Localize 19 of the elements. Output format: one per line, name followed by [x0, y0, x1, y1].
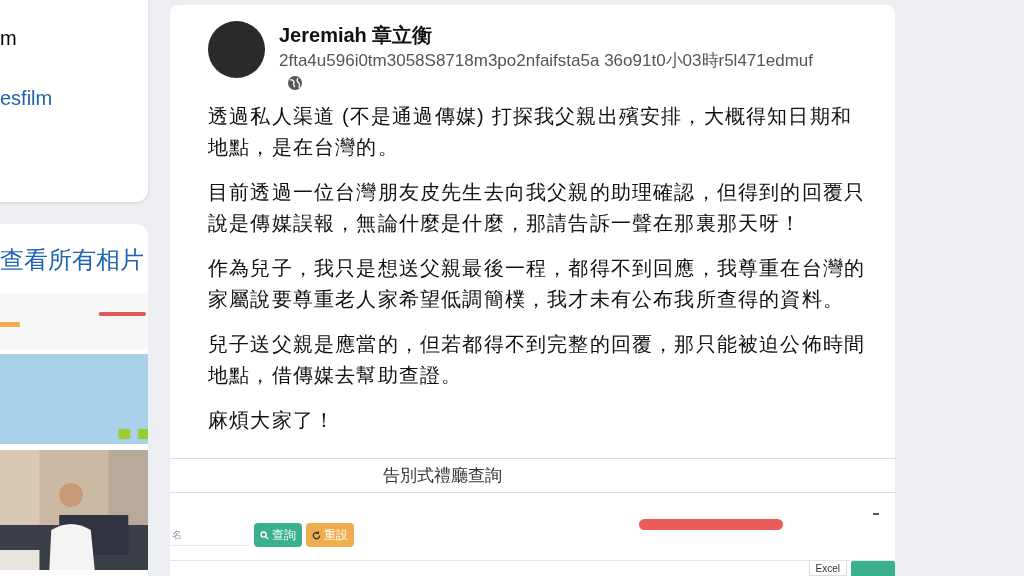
post-paragraph: 目前透過一位台灣朋友皮先生去向我父親的助理確認，但得到的回覆只說是傳媒誤報，無論什麼是什麼，那請告訴一聲在那裏那天呀！: [208, 180, 867, 236]
post-paragraph: 兒子送父親是應當的，但若都得不到完整的回覆，那只能被迫公佈時間地點，借傳媒去幫助查證。: [208, 332, 867, 388]
format-select[interactable]: Excel: [808, 561, 847, 576]
view-all-photos-link[interactable]: 查看所有相片: [0, 244, 148, 276]
post-timestamp[interactable]: 2fta4u596i0tm3058S8718m3po2nfaifsta5a 36o91t0小03時r5l471edmuf: [279, 49, 813, 73]
avatar[interactable]: [208, 21, 265, 78]
post-paragraph: 透過私人渠道 (不是通過傳媒) 打探我父親出殯安排，大概得知日期和地點，是在台灣的。: [208, 104, 854, 160]
globe-icon: [287, 75, 303, 91]
page-title: 告別式禮廳查詢: [383, 464, 502, 487]
refresh-icon: [312, 530, 321, 540]
minimize-icon: [873, 513, 879, 515]
author-name[interactable]: Jeremiah 章立衡: [279, 21, 813, 49]
attachment-screenshot[interactable]: 告別式禮廳查詢 名 查詢 重設 Excel: [170, 458, 895, 576]
profile-link[interactable]: esfilm: [0, 86, 148, 110]
name-field[interactable]: 名: [170, 524, 250, 546]
intro-text: m: [0, 26, 18, 50]
post-paragraph: 作為兒子，我只是想送父親最後一程，都得不到回應，我尊重在台灣的家屬說要尊重老人家希望低調簡樸，我才未有公布我所查得的資料。: [208, 256, 867, 312]
post-paragraph: 麻煩大家了！: [208, 408, 337, 433]
search-icon: [260, 530, 269, 540]
